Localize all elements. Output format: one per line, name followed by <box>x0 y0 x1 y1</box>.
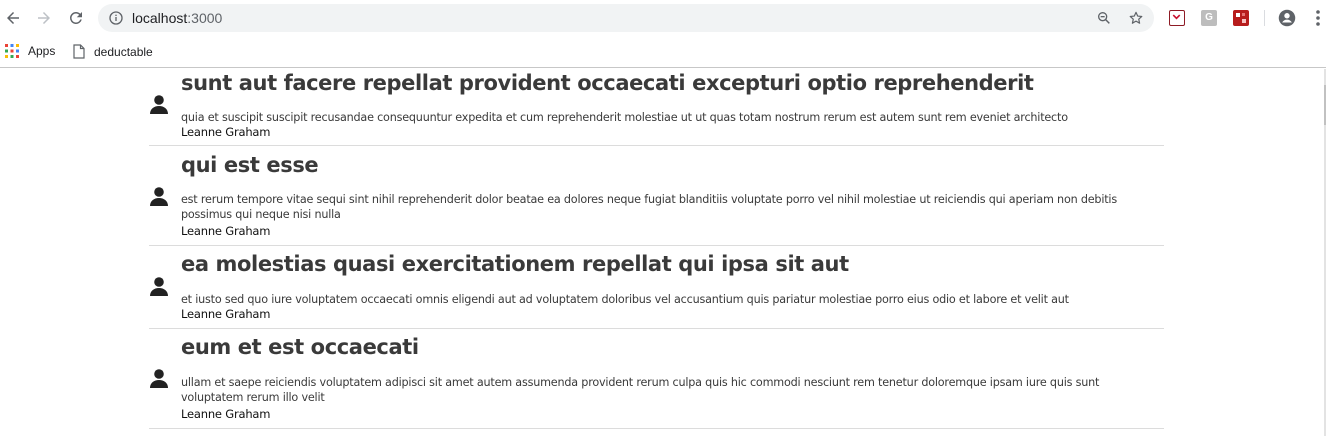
post-title: ea molestias quasi exercitationem repell… <box>181 252 849 276</box>
post-author: Leanne Graham <box>181 407 271 421</box>
user-icon <box>150 95 168 114</box>
arrow-right-icon <box>38 12 50 24</box>
url-port: :3000 <box>187 10 223 26</box>
zoom-icon[interactable] <box>1096 10 1112 26</box>
post-item: sunt aut facere repellat provident occae… <box>149 69 1164 146</box>
post-body: et iusto sed quo iure voluptatem occaeca… <box>181 293 1069 306</box>
g-extension-icon[interactable]: G <box>1201 10 1217 26</box>
post-body: est rerum tempore vitae sequi sint nihil… <box>181 193 1117 221</box>
user-icon <box>150 369 168 388</box>
profile-icon[interactable] <box>1278 9 1296 27</box>
url-host: localhost <box>132 10 188 26</box>
post-item: qui est esse est rerum tempore vitae seq… <box>149 146 1164 246</box>
post-title: eum et est occaecati <box>181 335 419 359</box>
bookmark-apps[interactable]: Apps <box>5 44 55 58</box>
pocket-extension-icon[interactable] <box>1169 10 1185 26</box>
url-text[interactable]: localhost:3000 <box>132 10 222 26</box>
forward-button[interactable] <box>33 7 55 29</box>
post-item: ea molestias quasi exercitationem repell… <box>149 246 1164 329</box>
bookmark-label: deductable <box>94 44 153 59</box>
post-author: Leanne Graham <box>181 307 271 321</box>
post-body: ullam et saepe reiciendis voluptatem adi… <box>181 376 1100 404</box>
browser-toolbar: localhost:3000 G <box>0 0 1326 36</box>
toolbar-separator <box>1264 10 1265 26</box>
bookmark-star-icon[interactable] <box>1128 10 1144 26</box>
post-item: eum et est occaecati ullam et saepe reic… <box>149 329 1164 429</box>
apps-grid-icon <box>5 44 19 58</box>
post-title: qui est esse <box>181 153 319 177</box>
info-icon[interactable] <box>108 10 124 26</box>
page-icon <box>73 44 85 59</box>
red-extension-icon[interactable] <box>1233 10 1249 26</box>
arrow-left-icon <box>7 12 19 24</box>
user-icon <box>150 277 168 296</box>
bookmark-deductable[interactable]: deductable <box>73 44 153 59</box>
post-author: Leanne Graham <box>181 125 271 139</box>
post-title: sunt aut facere repellat provident occae… <box>181 71 1034 95</box>
post-body: quia et suscipit suscipit recusandae con… <box>181 111 1068 124</box>
more-vert-icon[interactable] <box>1312 9 1324 27</box>
bookmarks-bar: Apps deductable <box>0 36 1326 68</box>
page-content: sunt aut facere repellat provident occae… <box>0 69 1326 436</box>
reload-button[interactable] <box>65 7 87 29</box>
bookmark-label: Apps <box>28 44 56 58</box>
back-button[interactable] <box>2 7 24 29</box>
address-bar[interactable]: localhost:3000 <box>98 4 1154 32</box>
reload-icon <box>69 11 82 24</box>
post-author: Leanne Graham <box>181 224 271 238</box>
user-icon <box>150 187 168 206</box>
